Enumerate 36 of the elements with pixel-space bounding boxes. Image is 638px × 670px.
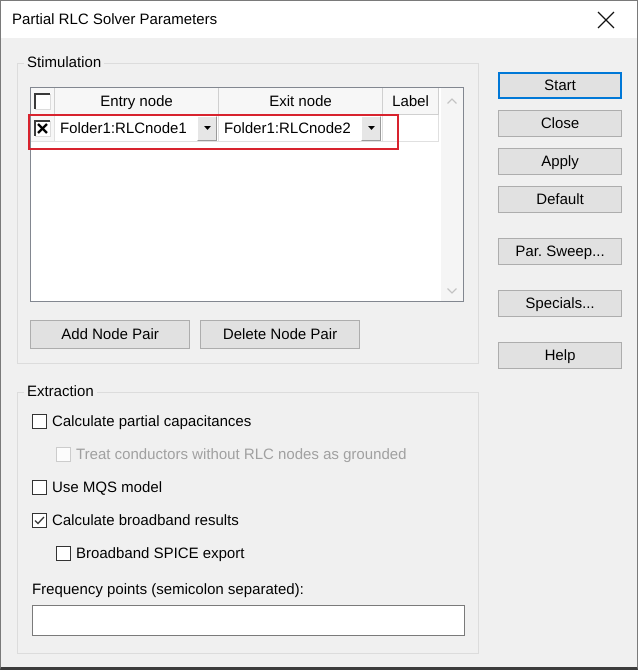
checkbox[interactable]	[32, 480, 47, 494]
dialog-button[interactable]: Close	[498, 110, 622, 137]
checkbox[interactable]	[32, 414, 47, 428]
column-header: Label	[392, 92, 429, 110]
window-title: Partial RLC Solver Parameters	[12, 11, 218, 28]
entry-node-value: Folder1:RLCnode1	[60, 120, 187, 136]
dialog-button[interactable]: Par. Sweep...	[498, 238, 622, 265]
group-title: Extraction	[26, 383, 95, 401]
dialog-button[interactable]: Apply	[498, 148, 622, 175]
checkbox-label: Calculate partial capacitances	[52, 412, 252, 430]
checkbox[interactable]	[56, 546, 71, 560]
checkbox[interactable]	[32, 512, 47, 528]
label-table-cell[interactable]	[383, 115, 439, 142]
checkbox-label: Broadband SPICE export	[76, 544, 244, 562]
checkbox[interactable]	[34, 120, 51, 136]
frequency-points-field[interactable]	[32, 605, 465, 636]
dialog-button[interactable]: Default	[498, 186, 622, 213]
checkbox-label: Calculate broadband results	[52, 512, 239, 528]
dropdown-button[interactable]	[197, 116, 217, 140]
dialog-button[interactable]: Start	[498, 72, 622, 99]
checkbox-label: Use MQS model	[52, 478, 162, 496]
exit-node-value: Folder1:RLCnode2	[224, 120, 351, 136]
group-title: Stimulation	[26, 54, 102, 72]
checkbox[interactable]	[34, 92, 51, 110]
caret-down-icon	[204, 126, 210, 130]
dropdown-button[interactable]	[361, 116, 381, 140]
close-icon[interactable]	[597, 10, 615, 28]
checkbox-label: Treat conductors without RLC nodes as grounded	[76, 446, 406, 462]
column-header: Exit node	[269, 92, 332, 110]
dialog-button[interactable]: Specials...	[498, 290, 622, 317]
field-label: Frequency points (semicolon separated):	[32, 581, 305, 599]
node-pair-button[interactable]: Add Node Pair	[30, 320, 190, 349]
column-header: Entry node	[100, 92, 173, 110]
caret-down-icon	[368, 126, 374, 130]
dialog-button[interactable]: Help	[498, 342, 622, 369]
node-pair-button[interactable]: Delete Node Pair	[200, 320, 360, 349]
